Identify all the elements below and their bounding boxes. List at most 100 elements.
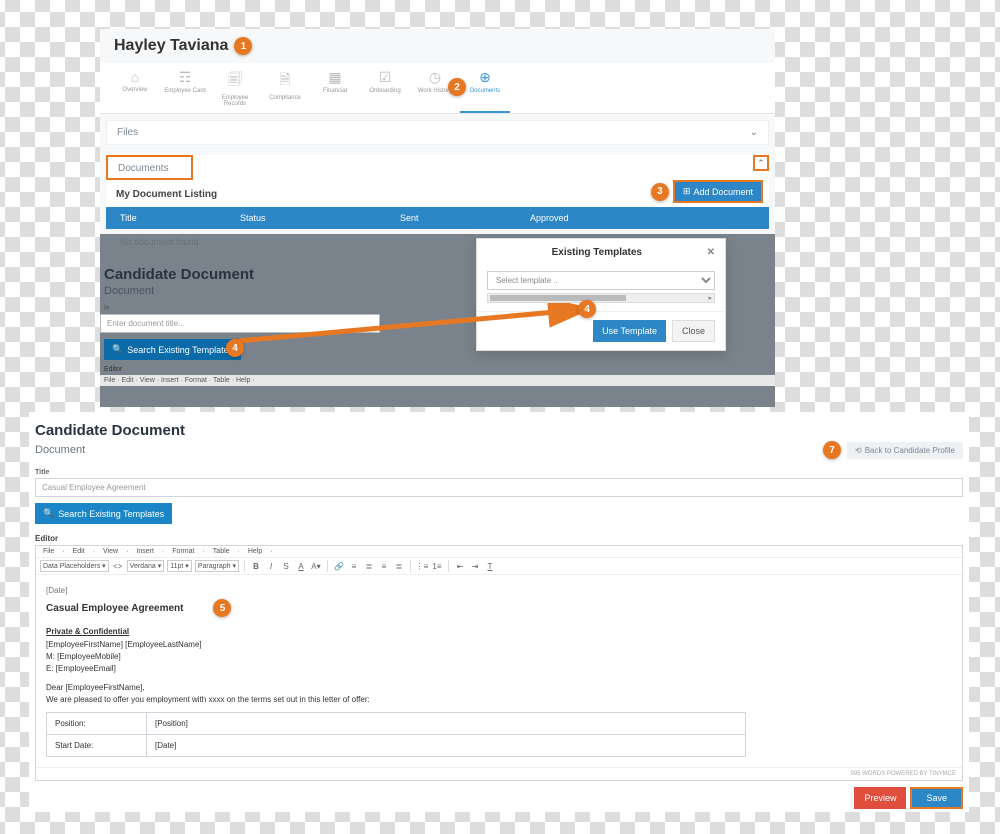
- candidate-document-editor-panel: Candidate Document Document 7 ⟲ Back to …: [29, 412, 969, 812]
- plus-doc-icon: ⊕: [460, 69, 510, 86]
- table-row: Position:[Position]: [47, 713, 746, 735]
- grid-icon: ▦: [310, 69, 360, 86]
- menu-table[interactable]: Table: [210, 548, 233, 555]
- italic-icon[interactable]: I: [265, 560, 277, 572]
- tab-financial[interactable]: ▦Financial: [310, 69, 360, 113]
- email-line: E: [EmployeeEmail]: [46, 664, 952, 673]
- template-select[interactable]: Select template ..: [487, 271, 715, 290]
- add-document-button[interactable]: ⊞ Add Document: [673, 180, 763, 203]
- card-icon: ☶: [160, 69, 210, 86]
- editor-toolbar: Data Placeholders ▾ <> Verdana ▾ 11pt ▾ …: [36, 558, 962, 575]
- close-button[interactable]: Close: [672, 320, 715, 342]
- callout-3: 3: [651, 183, 669, 201]
- paragraph-dropdown[interactable]: Paragraph ▾: [195, 560, 239, 572]
- font-family-dropdown[interactable]: Verdana ▾: [127, 560, 165, 572]
- panel2-sub: Document: [35, 444, 85, 456]
- bullet-list-icon[interactable]: ⋮≡: [416, 560, 428, 572]
- home-icon: ⌂: [110, 69, 160, 85]
- chevron-up-icon[interactable]: ⌃: [753, 155, 769, 171]
- number-list-icon[interactable]: 1≡: [431, 560, 443, 572]
- scrollbar[interactable]: ▸: [487, 293, 715, 303]
- document-title-input[interactable]: [35, 478, 963, 497]
- font-size-dropdown[interactable]: 11pt ▾: [167, 560, 192, 572]
- editor-mini-menu: File · Edit · View · Insert · Format · T…: [100, 375, 775, 386]
- tab-employee-records[interactable]: 🗐Employee Records: [210, 69, 260, 113]
- name-line: [EmployeeFirstName] [EmployeeLastName]: [46, 640, 952, 649]
- powered-by-label: 995 WORDS POWERED BY TINYMCE: [36, 767, 962, 780]
- menu-edit[interactable]: Edit: [70, 548, 88, 555]
- align-center-icon[interactable]: ≣: [363, 560, 375, 572]
- text-color-icon[interactable]: A: [295, 560, 307, 572]
- col-status: Status: [226, 211, 386, 225]
- employee-name-header: Hayley Taviana 1: [100, 29, 775, 63]
- profile-tabs: ⌂Overview ☶Employee Card 🗐Employee Recor…: [100, 63, 775, 114]
- bg-color-icon[interactable]: A▾: [310, 560, 322, 572]
- strike-icon[interactable]: S: [280, 560, 292, 572]
- align-left-icon[interactable]: ≡: [348, 560, 360, 572]
- offer-table: Position:[Position] Start Date:[Date]: [46, 712, 746, 757]
- menu-insert[interactable]: Insert: [133, 548, 157, 555]
- editor-menu: File· Edit· View· Insert· Format· Table·…: [36, 546, 962, 558]
- menu-format[interactable]: Format: [169, 548, 197, 555]
- close-icon[interactable]: ✕: [707, 247, 715, 258]
- align-right-icon[interactable]: ≡: [378, 560, 390, 572]
- callout-7: 7: [823, 441, 841, 459]
- confidential-label: Private & Confidential: [46, 627, 952, 636]
- col-sent: Sent: [386, 211, 516, 225]
- scroll-right-icon[interactable]: ▸: [708, 294, 712, 302]
- editor-footer: Preview Save: [29, 781, 969, 813]
- editor-content[interactable]: [Date] Casual Employee Agreement 5 Priva…: [36, 575, 962, 767]
- files-accordion[interactable]: Files ⌄: [106, 120, 769, 145]
- documents-table-header: Title Status Sent Approved: [106, 207, 769, 229]
- title-field-label: Title: [29, 465, 969, 478]
- preview-button[interactable]: Preview: [854, 787, 906, 809]
- back-to-profile-button[interactable]: ⟲ Back to Candidate Profile: [847, 442, 963, 459]
- search-icon: 🔍: [43, 508, 54, 519]
- plus-icon: ⊞: [683, 186, 691, 197]
- doc-title-input-bg[interactable]: Enter document title...: [100, 314, 380, 333]
- save-button[interactable]: Save: [910, 787, 963, 809]
- check-icon: ☑: [360, 69, 410, 86]
- date-placeholder: [Date]: [46, 586, 952, 595]
- doc-heading: Casual Employee Agreement: [46, 603, 183, 614]
- documents-tab-label[interactable]: Documents: [106, 155, 193, 180]
- bold-icon[interactable]: B: [250, 560, 262, 572]
- tab-compliance[interactable]: 🗎Compliance: [260, 69, 310, 113]
- existing-templates-modal: Existing Templates ✕ Select template .. …: [476, 238, 726, 351]
- rich-text-editor: File· Edit· View· Insert· Format· Table·…: [35, 545, 963, 781]
- back-icon: ⟲: [855, 446, 862, 455]
- callout-5: 5: [213, 599, 231, 617]
- tab-onboarding[interactable]: ☑Onboarding: [360, 69, 410, 113]
- dear-line: Dear [EmployeeFirstName],: [46, 683, 952, 692]
- link-icon[interactable]: 🔗: [333, 560, 345, 572]
- data-placeholders-dropdown[interactable]: Data Placeholders ▾: [40, 560, 109, 572]
- panel2-title: Candidate Document: [29, 412, 969, 441]
- callout-2: 2: [448, 78, 466, 96]
- menu-file[interactable]: File: [40, 548, 57, 555]
- listing-title: My Document Listing: [106, 183, 227, 204]
- table-row: Start Date:[Date]: [47, 735, 746, 757]
- tab-documents[interactable]: ⊕Documents: [460, 69, 510, 113]
- modal-title: Existing Templates: [487, 247, 707, 258]
- records-icon: 🗐: [210, 69, 260, 93]
- tab-employee-card[interactable]: ☶Employee Card: [160, 69, 210, 113]
- indent-icon[interactable]: ⇥: [469, 560, 481, 572]
- editor-mini-label: Editor: [100, 360, 775, 375]
- search-icon: 🔍: [112, 344, 123, 355]
- callout-1: 1: [234, 37, 252, 55]
- offer-line: We are pleased to offer you employment w…: [46, 695, 952, 704]
- outdent-icon[interactable]: ⇤: [454, 560, 466, 572]
- menu-help[interactable]: Help: [245, 548, 265, 555]
- tab-overview[interactable]: ⌂Overview: [110, 69, 160, 113]
- align-justify-icon[interactable]: ≣: [393, 560, 405, 572]
- use-template-button[interactable]: Use Template: [593, 320, 666, 342]
- editor-label: Editor: [29, 530, 969, 545]
- clear-format-icon[interactable]: T: [484, 560, 496, 572]
- search-templates-button-2[interactable]: 🔍 Search Existing Templates: [35, 503, 172, 524]
- chevron-down-icon: ⌄: [750, 127, 758, 138]
- code-icon[interactable]: <>: [112, 560, 124, 572]
- scroll-thumb[interactable]: [490, 295, 626, 301]
- callout-4a: 4: [226, 339, 244, 357]
- menu-view[interactable]: View: [100, 548, 121, 555]
- search-templates-button[interactable]: 🔍 Search Existing Templates: [104, 339, 241, 360]
